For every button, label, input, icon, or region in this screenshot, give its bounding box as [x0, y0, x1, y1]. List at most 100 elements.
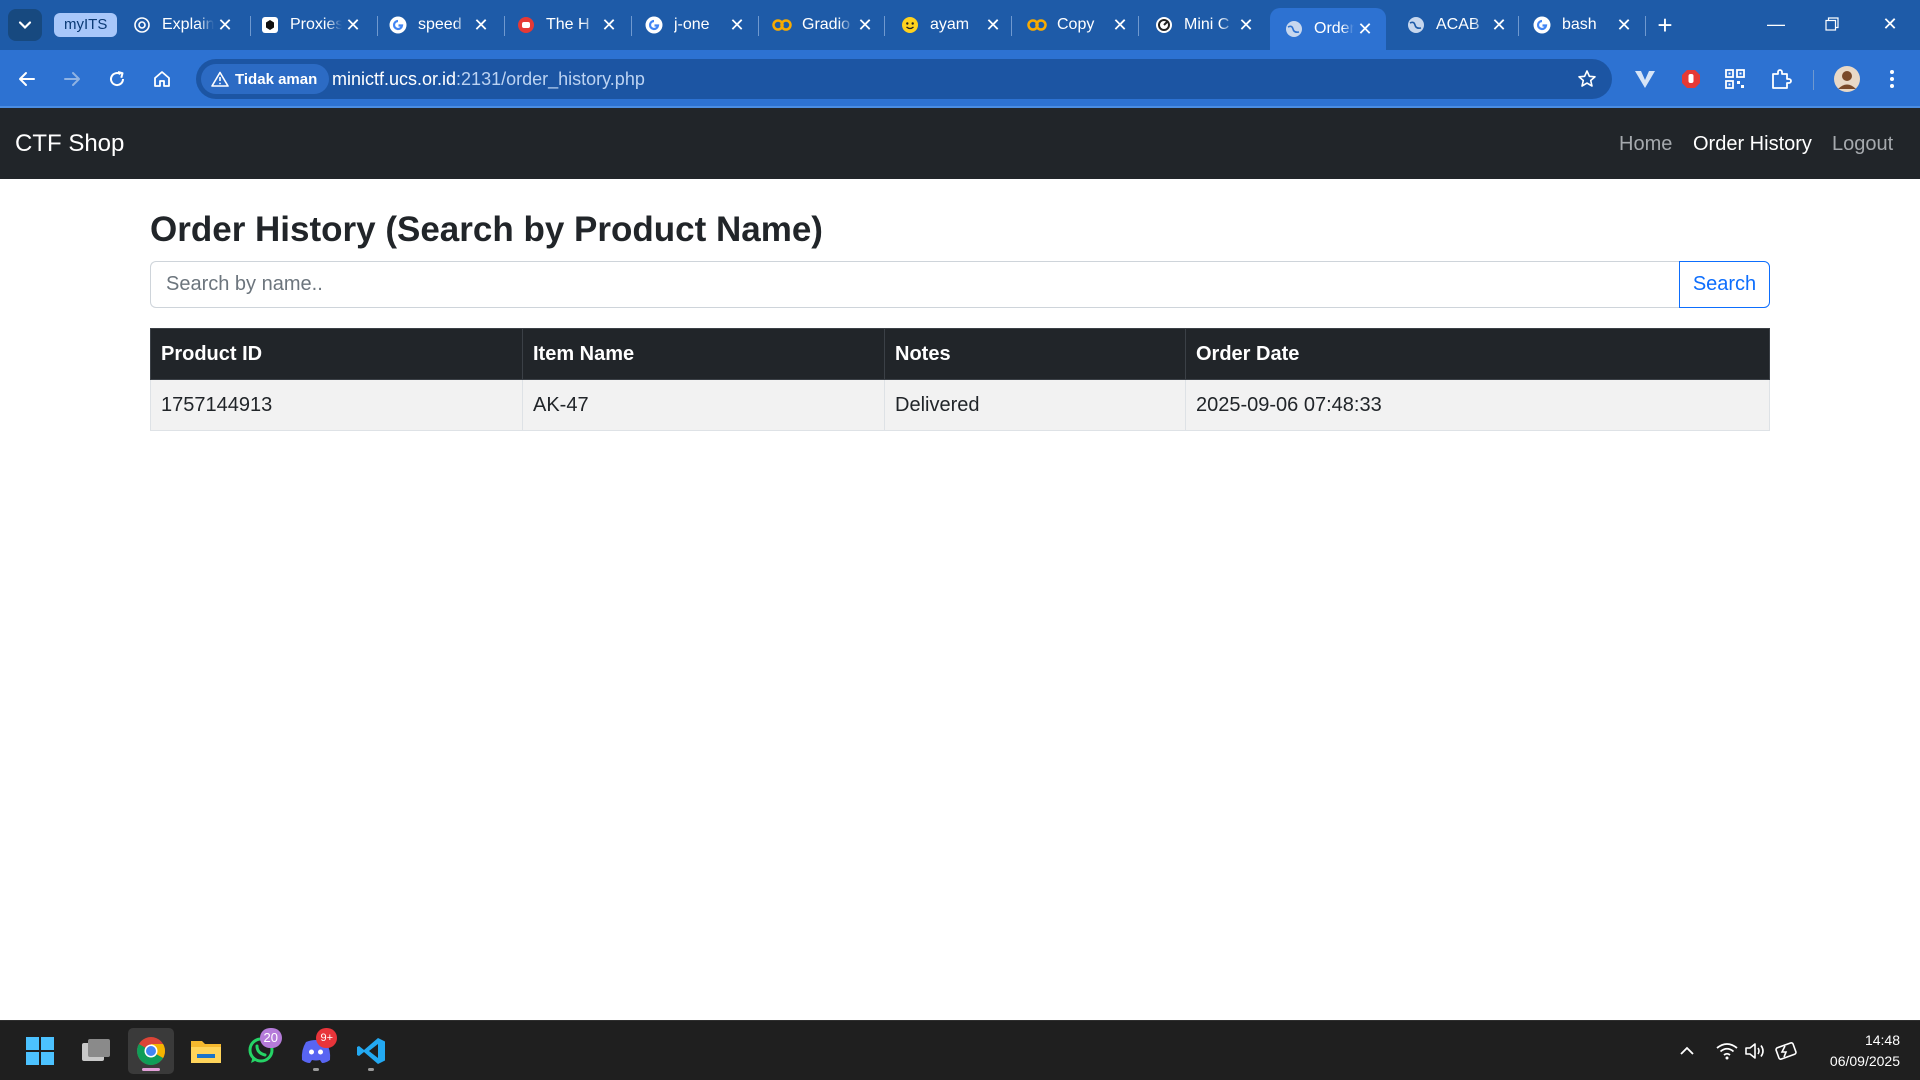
url-text[interactable]: minictf.ucs.or.id:2131/order_history.php [332, 69, 645, 90]
security-label: Tidak aman [235, 70, 318, 88]
close-icon[interactable]: ✕ [854, 14, 876, 36]
url-path: :2131/order_history.php [456, 69, 645, 89]
tray-battery[interactable] [1773, 1039, 1799, 1063]
cell-notes: Delivered [884, 379, 1186, 431]
puzzle-icon [1772, 69, 1792, 89]
globe-icon [1284, 19, 1304, 39]
extension-adblock-button[interactable] [1674, 62, 1708, 96]
taskbar-file-explorer[interactable] [183, 1028, 229, 1074]
tab-title: Gradio [802, 16, 851, 33]
browser-tab[interactable]: ayam ✕ [886, 6, 1014, 44]
browser-tab[interactable]: The H ✕ [502, 6, 630, 44]
close-icon[interactable]: ✕ [1235, 14, 1257, 36]
address-bar[interactable]: Tidak aman minictf.ucs.or.id:2131/order_… [196, 59, 1612, 99]
star-icon [1578, 70, 1596, 87]
extension-qr-button[interactable] [1718, 62, 1752, 96]
taskbar-vscode[interactable] [348, 1028, 394, 1074]
warning-icon [211, 71, 229, 87]
close-icon[interactable]: ✕ [726, 14, 748, 36]
running-indicator [313, 1068, 319, 1071]
tab-separator [1011, 16, 1012, 36]
home-button[interactable] [145, 62, 179, 96]
vscode-icon [357, 1038, 385, 1064]
close-icon[interactable]: ✕ [1488, 14, 1510, 36]
menu-button[interactable] [1875, 62, 1909, 96]
search-button[interactable]: Search [1679, 261, 1770, 308]
tray-wifi[interactable] [1714, 1039, 1740, 1063]
close-icon[interactable]: ✕ [470, 14, 492, 36]
browser-tab[interactable]: bash ✕ [1518, 6, 1645, 44]
browser-tab[interactable]: Gradio ✕ [758, 6, 886, 44]
browser-tab[interactable]: Mini C ✕ [1140, 6, 1267, 44]
system-clock[interactable]: 14:48 06/09/2025 [1800, 1030, 1900, 1072]
page-title: Order History (Search by Product Name) [150, 210, 823, 249]
nav-link-logout[interactable]: Logout [1832, 133, 1893, 156]
plus-icon: + [1657, 9, 1673, 40]
close-window-button[interactable]: ✕ [1862, 0, 1918, 48]
running-indicator [368, 1068, 374, 1071]
tab-separator [1138, 16, 1139, 36]
google-icon [388, 15, 408, 35]
windows-logo-icon [26, 1037, 54, 1065]
extensions-button[interactable] [1764, 62, 1798, 96]
task-view-button[interactable] [73, 1028, 119, 1074]
speaker-icon [1745, 1043, 1764, 1059]
search-input[interactable] [150, 261, 1680, 308]
forward-button[interactable] [55, 62, 89, 96]
tray-volume[interactable] [1743, 1039, 1769, 1063]
nav-link-home[interactable]: Home [1619, 133, 1672, 156]
restore-icon [1825, 17, 1839, 31]
minimize-button[interactable]: — [1748, 0, 1804, 48]
restore-button[interactable] [1804, 0, 1860, 48]
close-icon[interactable]: ✕ [214, 14, 236, 36]
close-icon[interactable]: ✕ [342, 14, 364, 36]
site-brand[interactable]: CTF Shop [15, 130, 124, 158]
column-header-item-name: Item Name [522, 328, 885, 380]
taskbar-chrome[interactable] [128, 1028, 174, 1074]
google-icon [1532, 15, 1552, 35]
tab-title: j-one [674, 16, 710, 33]
chevron-up-icon [1680, 1046, 1694, 1055]
more-vertical-icon [1890, 70, 1894, 88]
tab-title: Proxies [290, 16, 342, 33]
clock-time: 14:48 [1864, 1032, 1900, 1048]
reload-icon [110, 71, 125, 87]
browser-tab[interactable]: speed ✕ [374, 6, 502, 44]
home-icon [154, 71, 170, 87]
profile-button[interactable] [1830, 62, 1864, 96]
close-icon[interactable]: ✕ [1613, 14, 1635, 36]
taskbar-whatsapp[interactable]: 20 [238, 1028, 284, 1074]
nav-link-order-history[interactable]: Order History [1693, 133, 1812, 156]
tray-overflow-button[interactable] [1674, 1039, 1700, 1063]
reload-button[interactable] [100, 62, 134, 96]
close-icon[interactable]: ✕ [1109, 14, 1131, 36]
site-security-chip[interactable]: Tidak aman [201, 64, 330, 94]
close-icon[interactable]: ✕ [598, 14, 620, 36]
browser-tab[interactable]: Explain ✕ [118, 6, 246, 44]
arrow-left-icon [19, 72, 35, 86]
folder-icon [191, 1041, 221, 1063]
browser-tab[interactable]: Proxies ✕ [246, 6, 374, 44]
close-icon[interactable]: ✕ [982, 14, 1004, 36]
column-header-product-id: Product ID [150, 328, 523, 380]
close-icon[interactable]: ✕ [1354, 18, 1376, 40]
browser-tab[interactable]: j-one ✕ [630, 6, 758, 44]
taskbar-discord[interactable]: 9+ [293, 1028, 339, 1074]
extension-vpn-button[interactable] [1628, 62, 1662, 96]
browser-tab-active[interactable]: Order ✕ [1270, 8, 1386, 50]
url-host: minictf.ucs.or.id [332, 69, 457, 89]
start-button[interactable] [17, 1028, 63, 1074]
tab-title: speed [418, 16, 462, 33]
tab-title: ayam [930, 16, 970, 33]
bookmark-button[interactable] [1574, 66, 1600, 92]
discord-badge: 9+ [316, 1028, 337, 1048]
tab-search-button[interactable] [8, 9, 42, 41]
site-navbar: CTF Shop Home Order History Logout [0, 108, 1920, 179]
browser-tab[interactable]: ACAB ✕ [1392, 6, 1520, 44]
tab-group-chip[interactable]: myITS [54, 13, 118, 37]
tab-title: Explain [162, 16, 214, 33]
proxies-icon [260, 15, 280, 35]
browser-tab[interactable]: Copy ✕ [1013, 6, 1141, 44]
back-button[interactable] [10, 62, 44, 96]
new-tab-button[interactable]: + [1650, 10, 1680, 40]
